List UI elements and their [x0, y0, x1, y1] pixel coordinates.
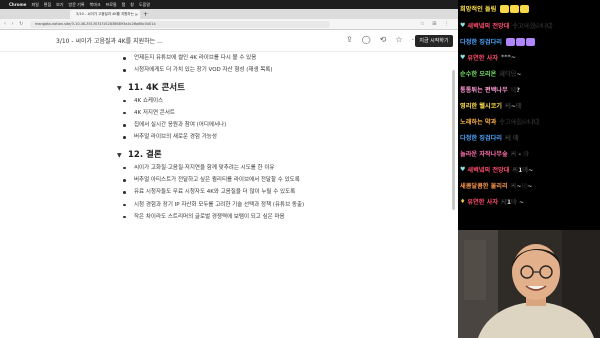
chat-nickname[interactable]: 다정한 징검다리 [460, 37, 502, 46]
tab-close-icon[interactable]: × [135, 10, 138, 19]
chat-text: 수고하셨습니다 [512, 23, 553, 30]
chat-text: 씨1바 ~ [501, 199, 525, 206]
chat-text: 씨~바~ [510, 183, 533, 190]
chat-nickname[interactable]: 놀라운 자작나무숲 [460, 149, 508, 158]
new-tab-button[interactable]: + [143, 10, 148, 19]
emote-icon [510, 4, 520, 13]
chat-message: 통통튀는 편백나무 예? [460, 83, 520, 96]
chat-nickname[interactable]: 새콤달콤한 물리리 [460, 181, 508, 190]
header-icons: ⇪ ◯ ⟲ ☆ ⋯ [346, 35, 420, 45]
chat-message: ♥ 유연한 사자 ***~ [460, 51, 516, 64]
chat-nickname[interactable]: 유연한 사자 [467, 53, 498, 62]
url-input[interactable]: mangata-notion.site/3-10-4K-3513031f1528… [30, 21, 330, 28]
start-now-button[interactable]: 지금 시작하기 [415, 35, 453, 47]
chat-message: 영리한 웰시코기 씨~바 [460, 99, 522, 112]
chat-nickname[interactable]: 통통튀는 편백나무 [460, 85, 508, 94]
browser-toolbar-icons[interactable]: ☆ ⊞ ⋮ [420, 19, 452, 30]
list-item: 작은 차이라도 스트리머의 글로벌 경쟁력에 보탬이 되고 싶은 마음 [117, 211, 437, 223]
emote-icon [526, 37, 536, 46]
heart-badge-icon: ♥ [460, 54, 466, 61]
chat-text: ***~ [501, 54, 516, 61]
list-item: 씨이가 고화질·고음질·저지연을 함께 맞추려는 시도를 한 이유 [117, 162, 437, 174]
chat-message: 놀라운 자작나무숲 씨 - 바 [460, 147, 529, 160]
bell-badge-icon: ♦ [460, 198, 466, 205]
chat-message: 다정한 징검다리 씨 바 [460, 131, 519, 144]
screen: Chrome 파일 편집 보기 방문 기록 북마크 프로필 탭 창 도움말 3/… [0, 0, 600, 338]
chat-message: 희망적인 돌림 [460, 2, 530, 15]
document-page: 3/10 - 씨이가 고음질과 4K를 지원하는 ... ⇪ ◯ ⟲ ☆ ⋯ 지… [0, 30, 458, 338]
browser-tab-bar: 3/10 - 씨이가 고음질과 4K를 지원하는 … × + [0, 9, 458, 19]
list-item: 언제든지 유튜브에 썰인 4K 라이브를 다시 볼 수 있음 [117, 52, 437, 64]
chat-nickname[interactable]: 유연한 사자 [467, 197, 498, 206]
list-item: 집에서 실시간 응원과 참여 (어디에서나) [117, 119, 437, 131]
emote-icon [516, 37, 526, 46]
chat-text: 예? [510, 87, 521, 94]
chat-nickname[interactable]: 희망적인 돌림 [460, 4, 496, 13]
chat-nickname[interactable]: 새벽녘의 전망대 [467, 165, 509, 174]
breadcrumb[interactable]: 3/10 - 씨이가 고음질과 4K를 지원하는 ... [56, 36, 163, 45]
document-header: 3/10 - 씨이가 고음질과 4K를 지원하는 ... ⇪ ◯ ⟲ ☆ ⋯ 지… [0, 30, 458, 52]
menu-item-help[interactable]: 도움말 [139, 0, 150, 9]
browser-tab[interactable]: 3/10 - 씨이가 고음질과 4K를 지원하는 … × [70, 10, 140, 19]
section-heading-12[interactable]: ▼ 12. 결론 [117, 149, 437, 162]
nav-buttons[interactable]: ‹ › ↻ [4, 19, 25, 30]
scrollbar[interactable] [452, 70, 455, 210]
chat-nickname[interactable]: 다정한 징검다리 [460, 133, 502, 142]
webcam-feed [458, 230, 600, 338]
list-item: 버추얼 라이브의 새로운 경험 가능성 [117, 131, 437, 143]
list-item: 4K 저지연 콘서트 [117, 107, 437, 119]
menu-item-profiles[interactable]: 프로필 [106, 0, 117, 9]
chat-text: 씨 바 [505, 135, 519, 142]
chat-message: ♥ 새벽녘의 전망대 씨1바~ [460, 163, 533, 176]
chat-message: ♦ 유연한 사자 씨1바 ~ [460, 195, 524, 208]
chat-text: 화이팅~ [499, 71, 522, 78]
document-content: 언제든지 유튜브에 썰인 4K 라이브를 다시 볼 수 있음 시청자에게도 더 … [117, 52, 437, 223]
menu-item-file[interactable]: 파일 [31, 0, 38, 9]
history-icon[interactable]: ⟲ [380, 35, 387, 45]
chat-message: 순수한 오리온 화이팅~ [460, 67, 522, 80]
section-title: 11. 4K 콘서트 [128, 82, 185, 93]
chat-text: 수고하셨습니다 [499, 119, 540, 126]
comment-icon[interactable]: ◯ [362, 35, 371, 45]
webcam-image [458, 230, 600, 338]
favorite-icon[interactable]: ☆ [395, 35, 402, 45]
toggle-triangle-icon[interactable]: ▼ [117, 82, 122, 95]
chat-nickname[interactable]: 노래하는 약과 [460, 117, 496, 126]
chat-message: 새콤달콤한 물리리 씨~바~ [460, 179, 533, 192]
list-item: 시청 경험과 장기 IP 자산화 모두를 고려한 기술 선택과 정책 (유튜브 … [117, 199, 437, 211]
toggle-triangle-icon[interactable]: ▼ [117, 149, 122, 162]
chat-message: 노래하는 약과 수고하셨습니다 [460, 115, 539, 128]
menu-item-view[interactable]: 보기 [56, 0, 63, 9]
chat-nickname[interactable]: 새벽녘의 전망대 [467, 21, 509, 30]
list-item: 4K 쇼케이스 [117, 95, 437, 107]
emote-icon [520, 4, 530, 13]
menu-bar: Chrome 파일 편집 보기 방문 기록 북마크 프로필 탭 창 도움말 [0, 0, 458, 9]
chat-nickname[interactable]: 영리한 웰시코기 [460, 101, 502, 110]
chat-text: 씨1바~ [512, 167, 534, 174]
emote-icon [506, 37, 516, 46]
menu-item-history[interactable]: 방문 기록 [69, 0, 85, 9]
menu-item-window[interactable]: 창 [130, 0, 134, 9]
heart-badge-icon: ♥ [460, 22, 466, 29]
chat-message: 다정한 징검다리 [460, 35, 536, 48]
menu-item-edit[interactable]: 편집 [44, 0, 51, 9]
heart-badge-icon: ♥ [460, 166, 466, 173]
list-item: 버추얼 아티스트가 전달하고 싶은 퀄리티를 라이브에서 전달할 수 있도록 [117, 174, 437, 186]
address-bar-row: ‹ › ↻ mangata-notion.site/3-10-4K-351303… [0, 19, 458, 30]
emote-icon [500, 4, 510, 13]
section-heading-11[interactable]: ▼ 11. 4K 콘서트 [117, 82, 437, 95]
chat-message: ♥ 새벽녘의 전망대 수고하셨습니다 [460, 19, 552, 32]
chat-text: 씨~바 [505, 103, 522, 110]
section-title: 12. 결론 [128, 149, 162, 160]
chat-text: 씨 - 바 [510, 151, 529, 158]
list-item: 유료 시청자들도 무료 시청자도 4K와 고음질을 더 많이 누릴 수 있도록 [117, 186, 437, 198]
menu-item-tab[interactable]: 탭 [122, 0, 126, 9]
share-icon[interactable]: ⇪ [346, 35, 353, 45]
list-item: 시청자에게도 더 가치 있는 장기 VOD 자산 형성 (재생 목록) [117, 64, 437, 76]
tab-title: 3/10 - 씨이가 고음질과 4K를 지원하는 … [76, 12, 139, 16]
chat-overlay: 희망적인 돌림 ♥ 새벽녘의 전망대 수고하셨습니다 다정한 징검다리 ♥ 유연한 사자 **… [458, 0, 600, 230]
chat-nickname[interactable]: 순수한 오리온 [460, 69, 496, 78]
menu-item-bookmarks[interactable]: 북마크 [90, 0, 101, 9]
menu-app-name[interactable]: Chrome [9, 0, 26, 9]
